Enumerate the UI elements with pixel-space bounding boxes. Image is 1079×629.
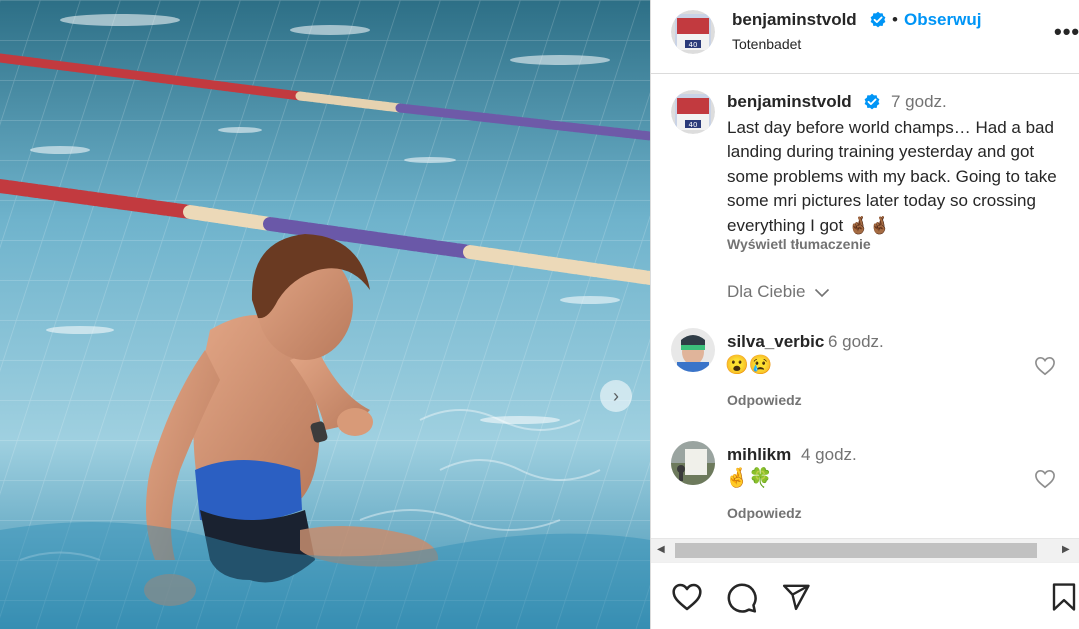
caption-avatar[interactable]: 40 [671, 90, 715, 134]
reply-button[interactable]: Odpowiedz [727, 505, 802, 521]
scroll-left-arrow-icon[interactable]: ◀ [657, 544, 665, 555]
author-avatar[interactable]: 40 [671, 10, 715, 54]
commenter-avatar[interactable] [671, 441, 715, 485]
heart-icon[interactable] [1034, 469, 1056, 489]
heart-icon[interactable] [1034, 356, 1056, 376]
verified-badge-icon [870, 11, 886, 28]
post-header: 40 benjaminstvold • Obserwuj Totenbadet … [651, 0, 1079, 74]
like-heart-icon[interactable] [671, 582, 703, 612]
for-you-dropdown[interactable]: Dla Ciebie [727, 282, 830, 302]
more-options-icon[interactable]: ••• [1054, 19, 1079, 45]
chevron-right-icon: › [613, 385, 619, 406]
separator-dot: • [892, 10, 898, 29]
post-location[interactable]: Totenbadet [732, 36, 801, 52]
comment-timestamp[interactable]: 6 godz. [828, 332, 884, 352]
comment-item: mihlikm 4 godz. 🤞🍀 Odpowiedz [651, 441, 1079, 541]
follow-button[interactable]: Obserwuj [904, 10, 981, 30]
translate-link[interactable]: Wyświetl tłumaczenie [727, 236, 871, 252]
caption-text: Last day before world champs… Had a bad … [727, 118, 1057, 235]
bookmark-icon[interactable] [1051, 582, 1077, 612]
svg-text:40: 40 [689, 41, 698, 49]
pool-photo [0, 0, 650, 629]
comment-timestamp[interactable]: 4 godz. [801, 445, 857, 465]
verified-badge-icon [864, 93, 880, 110]
reply-button[interactable]: Odpowiedz [727, 392, 802, 408]
action-bar [651, 562, 1079, 629]
comment-username[interactable]: mihlikm [727, 445, 791, 465]
scroll-right-arrow-icon[interactable]: ▶ [1062, 544, 1070, 555]
caption-timestamp[interactable]: 7 godz. [891, 92, 947, 112]
comment-text: 🤞🍀 [725, 468, 773, 489]
post-media[interactable]: › [0, 0, 650, 629]
horizontal-scrollbar[interactable]: ◀ ▶ [651, 538, 1079, 562]
comment-item: silva_verbic 6 godz. 😮😢 Odpowiedz [651, 328, 1079, 428]
chevron-down-icon [815, 288, 830, 297]
comment-username[interactable]: silva_verbic [727, 332, 824, 352]
author-username[interactable]: benjaminstvold [732, 10, 857, 30]
svg-text:40: 40 [689, 121, 698, 129]
comment-text: 😮😢 [725, 355, 773, 376]
caption-username[interactable]: benjaminstvold [727, 92, 852, 112]
post-sidebar: 40 benjaminstvold • Obserwuj Totenbadet … [650, 0, 1079, 629]
scrollbar-thumb[interactable] [675, 543, 1037, 558]
comment-bubble-icon[interactable] [726, 582, 758, 614]
next-media-button[interactable]: › [600, 380, 632, 412]
paper-plane-icon[interactable] [781, 582, 811, 612]
for-you-label: Dla Ciebie [727, 282, 806, 301]
commenter-avatar[interactable] [671, 328, 715, 372]
